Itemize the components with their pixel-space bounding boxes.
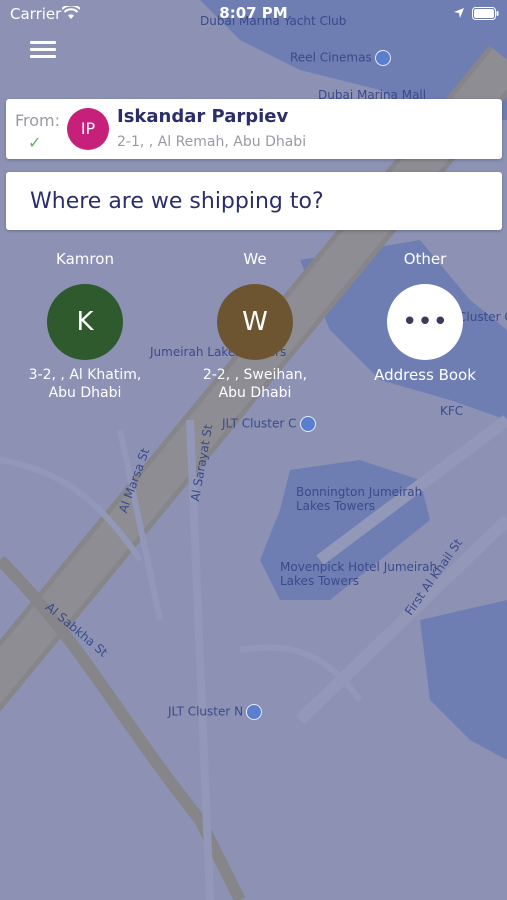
recipient-avatar[interactable]: W [217,284,293,360]
recipient-address-line1: 3-2, , Al Khatim, [28,367,142,383]
recipient-name: Other [403,250,447,268]
from-label: From: [15,111,61,130]
status-time: 8:07 PM [219,4,288,22]
destination-input[interactable] [6,172,502,230]
map-pin-icon [299,416,316,432]
screen: Dubai Marina Yacht Club Reel Cinemas Dub… [0,0,507,900]
map-label: Bonnington Jumeirah Lakes Towers [296,485,423,513]
sender-address: 2-1, , Al Remah, Abu Dhabi [117,134,307,150]
map-label: Movenpick Hotel Jumeirah Lakes Towers [280,560,438,588]
recipient-name: Kamron [56,250,114,268]
recipient-we[interactable]: We W 2-2, , Sweihan, Abu Dhabi [170,248,340,402]
recipient-address-line2: Abu Dhabi [218,385,292,401]
address-book-label: Address Book [374,366,476,384]
location-arrow-icon [454,8,464,18]
recipient-kamron[interactable]: Kamron K 3-2, , Al Khatim, Abu Dhabi [0,248,170,402]
map-label: Reel Cinemas [290,50,391,66]
map-label: JLT Cluster N [168,704,263,720]
recipient-other[interactable]: Other ••• Address Book [340,248,507,384]
menu-icon[interactable] [28,38,58,62]
from-card[interactable]: From: ✓ IP Iskandar Parpiev 2-1, , Al Re… [6,99,502,159]
status-bar: Carrier 8:07 PM [0,0,507,28]
recipient-address-line2: Abu Dhabi [48,385,122,401]
sender-avatar: IP [67,108,109,150]
recipient-name: We [243,250,267,268]
battery-icon [472,7,499,20]
map-pin-icon [374,50,391,66]
map-pin-icon [246,704,263,720]
recipient-address-line1: 2-2, , Sweihan, [202,367,308,383]
recipient-avatar[interactable]: K [47,284,123,360]
sender-name: Iskandar Parpiev [117,106,289,127]
map-label: JLT Cluster C [222,416,316,432]
map-label: KFC [440,404,464,418]
more-icon[interactable]: ••• [387,284,463,360]
destination-card[interactable] [6,172,502,230]
checkmark-icon: ✓ [28,133,42,152]
